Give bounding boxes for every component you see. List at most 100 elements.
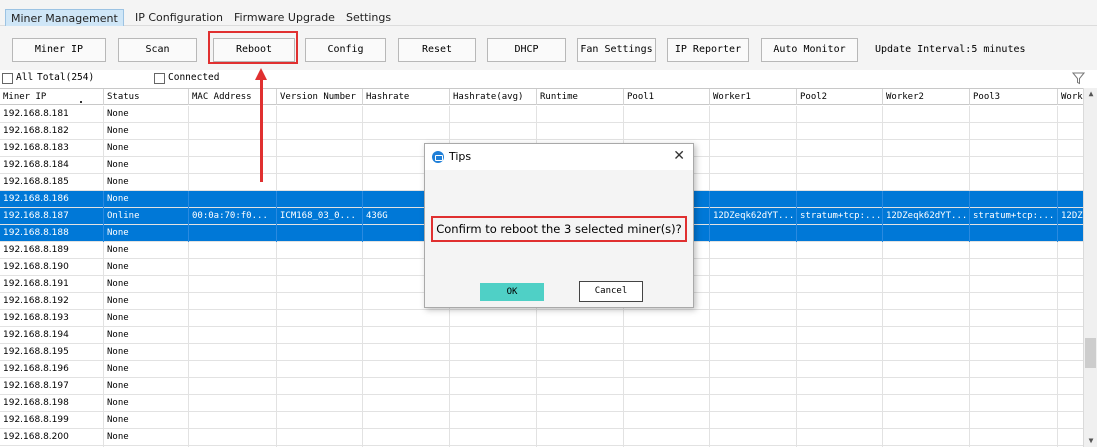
cell-pool3 (970, 395, 1058, 412)
cell-mac (189, 344, 277, 361)
cell-status: Online (104, 208, 189, 225)
cell-hashrate-avg (450, 361, 537, 378)
ip-reporter-button[interactable]: IP Reporter (667, 38, 749, 62)
scrollbar-thumb[interactable] (1085, 338, 1096, 368)
cell-worker3 (1058, 412, 1083, 429)
table-row[interactable]: 192.168.8.199 None (0, 412, 1083, 429)
cell-pool1 (624, 310, 710, 327)
cell-mac (189, 174, 277, 191)
cell-status: None (104, 429, 189, 446)
cell-pool1 (624, 412, 710, 429)
cell-worker1 (710, 123, 797, 140)
col-worker2[interactable]: Worker2 (883, 89, 970, 105)
cell-pool2 (797, 378, 883, 395)
col-pool1[interactable]: Pool1 (624, 89, 710, 105)
cell-runtime (537, 344, 624, 361)
cell-status: None (104, 174, 189, 191)
cell-mac (189, 123, 277, 140)
cell-status: None (104, 140, 189, 157)
cell-mac (189, 225, 277, 242)
cell-pool3 (970, 174, 1058, 191)
col-version-number[interactable]: Version Number (277, 89, 363, 105)
cell-version: ICM168_03_0... (277, 208, 363, 225)
cell-version (277, 429, 363, 446)
tab-ip-configuration[interactable]: IP Configuration (130, 9, 228, 26)
cell-worker3 (1058, 191, 1083, 208)
col-hashrate-avg[interactable]: Hashrate(avg) (450, 89, 537, 105)
col-miner-ip[interactable]: Miner IP (0, 89, 104, 105)
vertical-scrollbar[interactable]: ▲ ▼ (1083, 88, 1097, 447)
dhcp-button[interactable]: DHCP (487, 38, 566, 62)
tab-settings[interactable]: Settings (341, 9, 396, 26)
cell-pool2 (797, 361, 883, 378)
close-icon[interactable]: ✕ (673, 148, 685, 164)
cell-worker3 (1058, 344, 1083, 361)
col-worker1[interactable]: Worker1 (710, 89, 797, 105)
chevron-up-icon[interactable]: ▲ (1084, 88, 1097, 100)
cell-worker3 (1058, 310, 1083, 327)
app-logo-icon (432, 151, 444, 163)
cell-worker2 (883, 327, 970, 344)
table-row[interactable]: 192.168.8.200 None (0, 429, 1083, 446)
cell-pool1 (624, 429, 710, 446)
scan-button[interactable]: Scan (118, 38, 197, 62)
tab-miner-management[interactable]: Miner Management (5, 9, 124, 26)
ok-button[interactable]: OK (480, 283, 544, 301)
table-header: Miner IP Status MAC Address Version Numb… (0, 89, 1083, 105)
table-row[interactable]: 192.168.8.193 None (0, 310, 1083, 327)
cell-miner-ip: 192.168.8.186 (0, 191, 104, 208)
table-row[interactable]: 192.168.8.198 None (0, 395, 1083, 412)
cell-worker2 (883, 191, 970, 208)
table-row[interactable]: 192.168.8.197 None (0, 378, 1083, 395)
tab-firmware-upgrade[interactable]: Firmware Upgrade (229, 9, 340, 26)
table-row[interactable]: 192.168.8.196 None (0, 361, 1083, 378)
fan-settings-button[interactable]: Fan Settings (577, 38, 656, 62)
cell-pool2 (797, 140, 883, 157)
reset-button[interactable]: Reset (398, 38, 476, 62)
chevron-down-icon[interactable]: ▼ (1084, 435, 1097, 447)
cell-pool2 (797, 106, 883, 123)
table-row[interactable]: 192.168.8.181 None (0, 106, 1083, 123)
cell-worker1 (710, 327, 797, 344)
col-mac-address[interactable]: MAC Address (189, 89, 277, 105)
cell-worker1 (710, 157, 797, 174)
table-row[interactable]: 192.168.8.194 None (0, 327, 1083, 344)
cell-version (277, 157, 363, 174)
cell-mac (189, 106, 277, 123)
col-status[interactable]: Status (104, 89, 189, 105)
cell-mac (189, 361, 277, 378)
all-checkbox[interactable] (2, 73, 13, 84)
table-row[interactable]: 192.168.8.195 None (0, 344, 1083, 361)
col-runtime[interactable]: Runtime (537, 89, 624, 105)
cell-pool1 (624, 395, 710, 412)
toolbar: Miner IP Scan Reboot Config Reset DHCP F… (0, 26, 1097, 70)
cell-pool3 (970, 259, 1058, 276)
cancel-button[interactable]: Cancel (579, 281, 643, 302)
cell-status: None (104, 412, 189, 429)
cell-miner-ip: 192.168.8.184 (0, 157, 104, 174)
col-hashrate[interactable]: Hashrate (363, 89, 450, 105)
miner-ip-button[interactable]: Miner IP (12, 38, 106, 62)
cell-version (277, 310, 363, 327)
cell-pool1 (624, 378, 710, 395)
cell-worker1 (710, 344, 797, 361)
cell-miner-ip: 192.168.8.181 (0, 106, 104, 123)
config-button[interactable]: Config (305, 38, 386, 62)
cell-worker1 (710, 378, 797, 395)
cell-pool3 (970, 276, 1058, 293)
cell-worker2 (883, 378, 970, 395)
auto-monitor-button[interactable]: Auto Monitor (761, 38, 858, 62)
cell-hashrate-avg (450, 429, 537, 446)
cell-worker3 (1058, 157, 1083, 174)
col-pool3[interactable]: Pool3 (970, 89, 1058, 105)
table-row[interactable]: 192.168.8.182 None (0, 123, 1083, 140)
connected-checkbox[interactable] (154, 73, 165, 84)
cell-status: None (104, 293, 189, 310)
col-worker3[interactable]: Work (1058, 89, 1083, 105)
funnel-icon[interactable] (1072, 72, 1085, 85)
reboot-button[interactable]: Reboot (213, 38, 295, 62)
cell-worker2 (883, 395, 970, 412)
cell-miner-ip: 192.168.8.187 (0, 208, 104, 225)
cell-miner-ip: 192.168.8.196 (0, 361, 104, 378)
col-pool2[interactable]: Pool2 (797, 89, 883, 105)
